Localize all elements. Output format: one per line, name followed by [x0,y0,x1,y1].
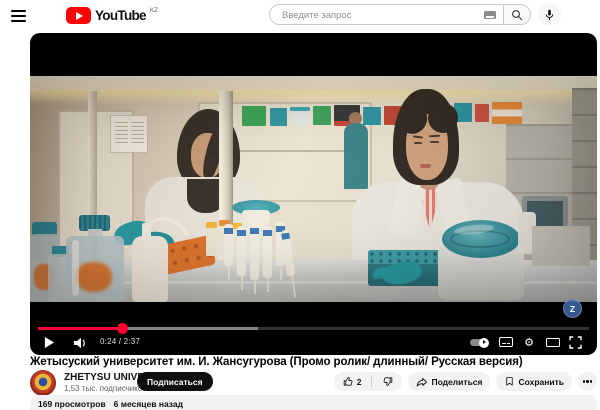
poster-text-lines [131,122,144,146]
scrubber-handle[interactable] [117,323,128,334]
settings-gear-icon[interactable]: ⚙ [522,334,536,350]
menu-icon[interactable] [11,8,29,24]
right-scientist-eye [414,142,422,144]
scene-box-green [313,106,331,125]
region-label: KZ [150,7,158,14]
subscriber-count: 1,53 тыс. подписчиков [64,384,147,393]
description-meta: 169 просмотров 6 месяцев назад [38,399,183,409]
fullscreen-brackets [569,336,582,349]
poster-text-lines [115,122,128,146]
subscribe-button[interactable]: Подписаться [137,372,213,391]
scene-wall-poster [110,115,148,153]
scene-wash-bottle-straw [135,206,195,246]
progress-bar[interactable] [38,327,589,330]
pipette [237,226,246,276]
video-player[interactable]: Z 0:24 / 2:37 ⚙ [30,33,597,355]
search-button[interactable] [503,4,531,25]
share-icon [416,376,428,388]
upload-age: 6 месяцев назад [114,399,183,409]
play-icon [44,336,55,349]
scene-vial-cap [206,222,217,228]
video-title: Жетысуский университет им. И. Жансугуров… [30,356,590,368]
dislike-button[interactable] [375,372,402,391]
subtitles-icon[interactable] [499,337,513,347]
like-dislike-pill: 2 [334,372,403,391]
video-actions: 2 Поделиться Сохранить [334,372,597,391]
video-frame-lab-scene [30,76,597,302]
played-bar [38,327,122,330]
scene-box-teal [270,108,287,126]
more-dots-icon [583,380,585,382]
scene-pipette-carousel [220,194,300,302]
scene-bottle-highlight [72,240,79,296]
scene-bottle-label [76,262,112,292]
scene-vial [206,228,217,256]
scene-box-teal [363,107,381,125]
scene-box-white [290,107,310,125]
autoplay-knob [479,338,489,348]
pipette [224,224,233,266]
time-display: 0:24 / 2:37 [100,337,140,346]
volume-button[interactable] [72,336,88,349]
like-count: 2 [357,377,362,387]
autoplay-toggle[interactable] [469,338,489,347]
scene-box-green [242,106,266,126]
scene-box-red [475,104,489,122]
search-box [269,4,503,25]
subscribe-label: Подписаться [147,377,203,387]
player-controls: 0:24 / 2:37 ⚙ [38,334,589,351]
voice-search-button[interactable] [538,3,561,26]
thumbs-up-icon [343,376,354,387]
scene-box-orange [492,102,522,124]
play-button[interactable] [42,335,56,350]
theater-mode-icon[interactable] [546,338,560,347]
youtube-play-icon [66,7,91,24]
more-actions-button[interactable] [578,372,597,391]
youtube-logo-text: YouTube [95,6,146,25]
youtube-watch-page: YouTube KZ [0,0,600,410]
scene-overhead-shelf [30,76,597,91]
channel-watermark[interactable]: Z [563,299,582,318]
like-button[interactable]: 2 [334,372,369,391]
right-scientist-eye [430,141,439,143]
scene-background-person [344,123,368,189]
keyboard-icon[interactable] [484,11,496,19]
view-count: 169 просмотров [38,399,106,409]
right-scientist-lips [420,164,431,168]
top-navigation-bar: YouTube KZ [0,0,600,32]
microphone-icon [544,9,555,21]
youtube-logo[interactable]: YouTube KZ [66,6,158,25]
scene-gray-instrument [532,226,590,266]
volume-icon [73,337,87,349]
channel-avatar[interactable] [30,370,56,396]
save-button[interactable]: Сохранить [496,372,572,391]
share-label: Поделиться [431,377,482,387]
bookmark-icon [504,376,515,387]
fullscreen-icon[interactable] [569,336,582,349]
search-icon [511,9,523,21]
thumbs-down-icon [382,376,393,387]
pill-divider [371,375,372,388]
search-input[interactable] [280,6,474,25]
description-box[interactable]: 169 просмотров 6 месяцев назад [30,395,597,410]
pipette [250,224,259,280]
save-label: Сохранить [518,377,564,387]
pipette [281,230,295,277]
pipette [263,226,272,278]
share-button[interactable]: Поделиться [408,372,490,391]
